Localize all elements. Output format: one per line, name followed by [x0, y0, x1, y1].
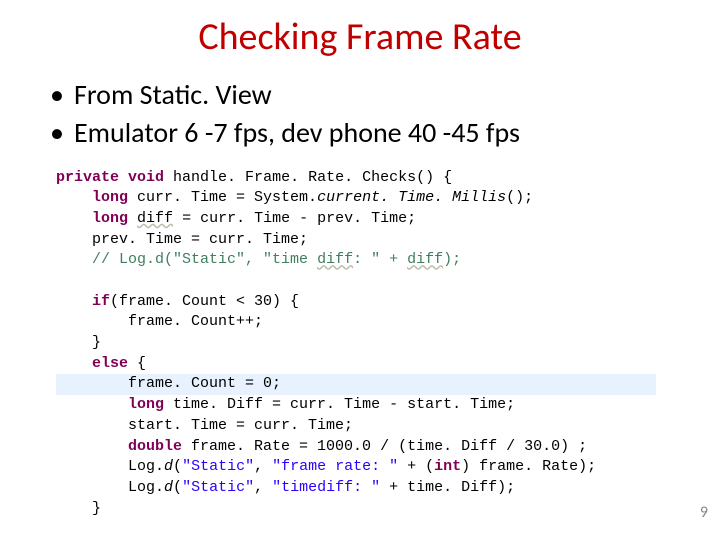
- code-text: ,: [254, 479, 272, 496]
- code-string: "Static": [182, 479, 254, 496]
- code-text: [128, 210, 137, 227]
- code-text: }: [92, 334, 101, 351]
- code-keyword: int: [434, 458, 461, 475]
- code-keyword: long: [92, 189, 128, 206]
- code-keyword: void: [128, 169, 164, 186]
- code-text: frame. Count++;: [128, 313, 263, 330]
- code-text: curr. Time = System.: [128, 189, 317, 206]
- code-text: d: [164, 458, 173, 475]
- code-text: ();: [506, 189, 533, 206]
- code-text: current. Time. Millis: [317, 189, 506, 206]
- code-text: handle. Frame. Rate. Checks() {: [164, 169, 452, 186]
- code-text: (: [173, 458, 182, 475]
- code-text: ,: [254, 458, 272, 475]
- code-text: }: [92, 500, 101, 517]
- code-text: diff: [137, 210, 173, 227]
- code-text: (frame. Count < 30) {: [110, 293, 299, 310]
- bullet-item: From Static. View: [50, 76, 700, 114]
- code-text: (: [173, 479, 182, 496]
- code-block: private void handle. Frame. Rate. Checks…: [56, 168, 700, 520]
- code-string: "Static": [182, 458, 254, 475]
- page-number: 9: [700, 503, 708, 522]
- code-text: start. Time = curr. Time;: [128, 417, 353, 434]
- code-text: Log.: [128, 458, 164, 475]
- code-text: ) frame. Rate);: [461, 458, 596, 475]
- code-text: d: [164, 479, 173, 496]
- code-string: "timediff: ": [272, 479, 380, 496]
- code-text: Log.: [128, 479, 164, 496]
- code-keyword: long: [128, 396, 164, 413]
- code-keyword: long: [92, 210, 128, 227]
- code-comment: // Log.d("Static", "time diff: " + diff)…: [92, 251, 461, 268]
- bullet-list: From Static. View Emulator 6 -7 fps, dev…: [50, 76, 700, 152]
- code-text: frame. Rate = 1000.0 / (time. Diff / 30.…: [182, 438, 587, 455]
- code-text: {: [128, 355, 146, 372]
- bullet-item: Emulator 6 -7 fps, dev phone 40 -45 fps: [50, 114, 700, 152]
- code-text: time. Diff = curr. Time - start. Time;: [164, 396, 515, 413]
- code-text: = curr. Time - prev. Time;: [173, 210, 416, 227]
- code-text: + time. Diff);: [380, 479, 515, 496]
- code-keyword: else: [92, 355, 128, 372]
- code-highlight: frame. Count = 0;: [56, 374, 656, 395]
- code-keyword: private: [56, 169, 119, 186]
- code-keyword: double: [128, 438, 182, 455]
- code-string: "frame rate: ": [272, 458, 398, 475]
- code-text: frame. Count = 0;: [128, 375, 281, 392]
- code-keyword: if: [92, 293, 110, 310]
- slide-title: Checking Frame Rate: [20, 14, 700, 60]
- code-text: prev. Time = curr. Time;: [92, 231, 308, 248]
- code-text: + (: [398, 458, 434, 475]
